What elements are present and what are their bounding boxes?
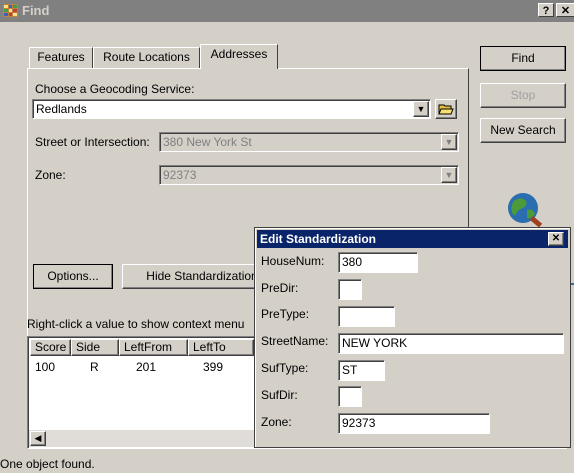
- zone-std-label: Zone:: [261, 415, 292, 429]
- options-button[interactable]: Options...: [33, 264, 113, 289]
- zone-value: 92373: [163, 168, 197, 182]
- result-leftfrom[interactable]: 201: [136, 360, 156, 374]
- suftype-input[interactable]: ST: [338, 360, 385, 381]
- geocoding-service-select[interactable]: Redlands ▼: [32, 99, 431, 119]
- dialog-title: Edit Standardization: [260, 232, 377, 246]
- title-bar[interactable]: Find ? ✕: [0, 0, 574, 22]
- column-header-leftfrom[interactable]: LeftFrom: [119, 339, 188, 356]
- predir-input[interactable]: [338, 279, 362, 300]
- tab-route-locations[interactable]: Route Locations: [93, 47, 200, 68]
- pretype-input[interactable]: [338, 306, 395, 327]
- chevron-down-icon[interactable]: ▼: [441, 134, 457, 150]
- tab-features[interactable]: Features: [29, 47, 93, 68]
- pretype-label: PreType:: [261, 307, 310, 321]
- edit-standardization-dialog: Edit Standardization ✕ HouseNum: 380 Pre…: [254, 227, 571, 448]
- predir-label: PreDir:: [261, 281, 299, 295]
- tab-addresses[interactable]: Addresses: [200, 44, 278, 69]
- find-app-icon: [3, 4, 18, 17]
- dialog-close-button[interactable]: ✕: [548, 232, 564, 246]
- housenum-label: HouseNum:: [261, 254, 325, 268]
- column-header-leftto[interactable]: LeftTo: [188, 339, 254, 356]
- streetname-input[interactable]: NEW YORK: [338, 333, 564, 354]
- streetname-label: StreetName:: [261, 334, 329, 348]
- sufdir-label: SufDir:: [261, 388, 298, 402]
- chevron-down-icon[interactable]: ▼: [413, 101, 429, 117]
- find-window: Find ? ✕ Features Route Locations Addres…: [0, 0, 574, 473]
- open-folder-button[interactable]: [435, 99, 457, 119]
- street-value: 380 New York St: [163, 135, 252, 149]
- new-search-button[interactable]: New Search: [480, 118, 566, 143]
- zone-input[interactable]: 92373 ▼: [159, 165, 459, 185]
- result-side[interactable]: R: [90, 360, 99, 374]
- geocoding-service-label: Choose a Geocoding Service:: [35, 82, 195, 96]
- dialog-title-bar[interactable]: Edit Standardization: [257, 230, 568, 248]
- stop-button[interactable]: Stop: [480, 83, 566, 108]
- chevron-down-icon[interactable]: ▼: [441, 167, 457, 183]
- close-button[interactable]: ✕: [556, 3, 574, 17]
- window-title: Find: [22, 3, 50, 18]
- folder-open-icon: [438, 104, 454, 115]
- housenum-input[interactable]: 380: [338, 252, 418, 273]
- globe-search-icon: [508, 193, 543, 228]
- street-input[interactable]: 380 New York St ▼: [159, 132, 459, 152]
- column-header-score[interactable]: Score: [30, 339, 71, 356]
- geocoding-service-value: Redlands: [36, 102, 87, 116]
- suftype-label: SufType:: [261, 361, 309, 375]
- help-button[interactable]: ?: [538, 3, 554, 17]
- status-text: One object found.: [0, 457, 95, 471]
- result-score[interactable]: 100: [35, 360, 55, 374]
- street-label: Street or Intersection:: [35, 135, 150, 149]
- sufdir-input[interactable]: [338, 386, 362, 407]
- scroll-left-button[interactable]: ◀: [30, 431, 46, 446]
- result-leftto[interactable]: 399: [203, 360, 223, 374]
- context-menu-hint: Right-click a value to show context menu: [27, 317, 245, 331]
- zone-label: Zone:: [35, 168, 66, 182]
- find-button[interactable]: Find: [480, 46, 566, 71]
- zone-std-input[interactable]: 92373: [338, 413, 490, 434]
- column-header-side[interactable]: Side: [71, 339, 119, 356]
